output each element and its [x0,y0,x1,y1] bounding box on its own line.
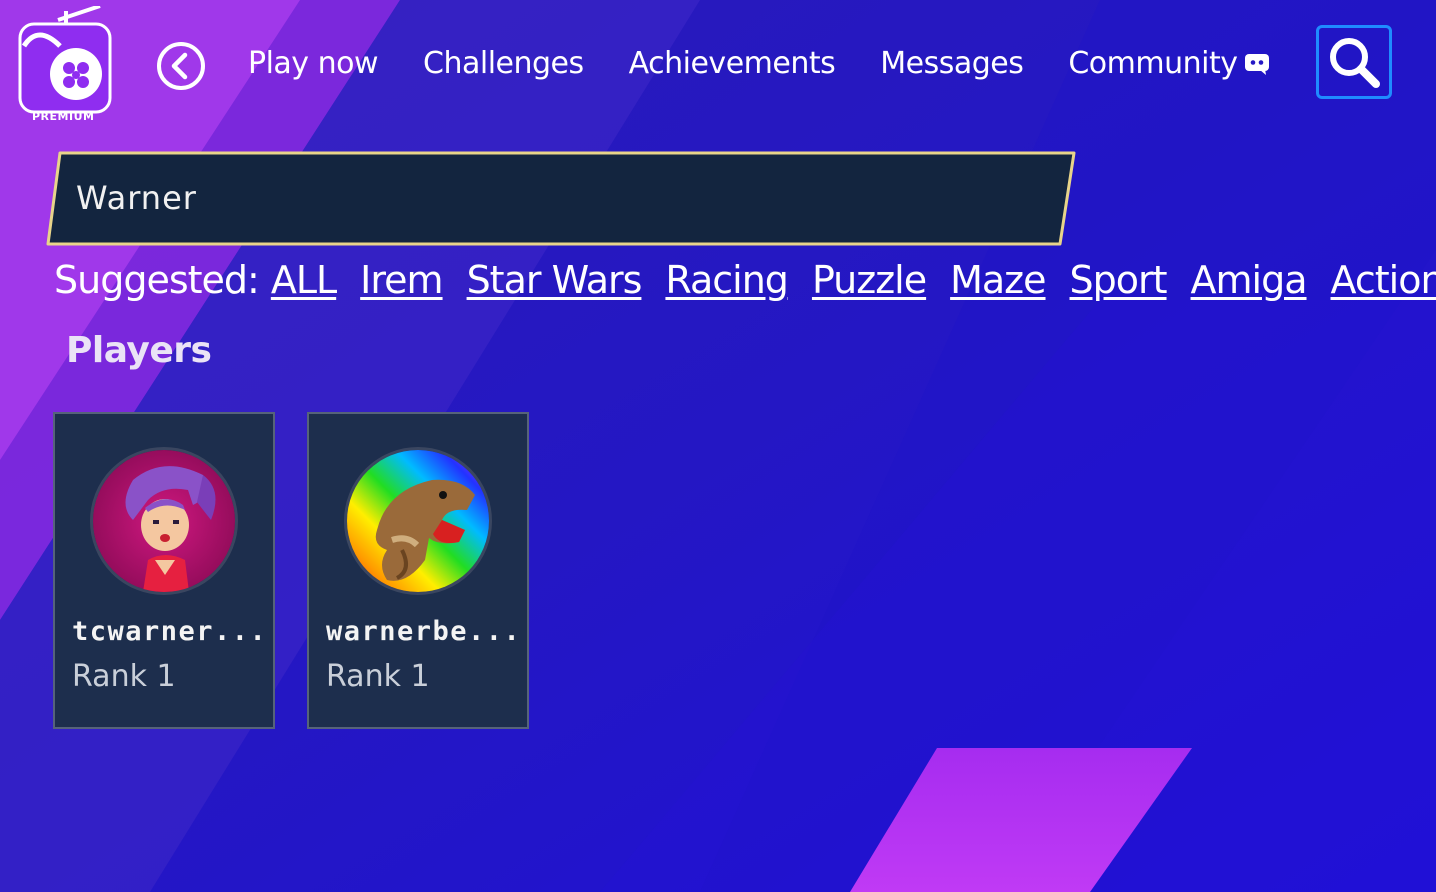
logo-badge: PREMIUM [32,110,95,123]
player-card[interactable]: tcwarner... Rank 1 [53,412,275,729]
players-heading: Players [66,330,212,371]
search-button[interactable] [1316,25,1392,99]
tag-action[interactable]: Action [1331,258,1436,302]
player-name: tcwarner... [72,616,268,647]
suggested-tags: Suggested: ALL Irem Star Wars Racing Puz… [54,258,1436,302]
back-button[interactable] [155,40,207,92]
back-circle-icon [157,42,205,90]
player-card[interactable]: warnerbe... Rank 1 [307,412,529,729]
nav-community[interactable]: Community [1068,46,1269,81]
tag-puzzle[interactable]: Puzzle [812,258,927,302]
tag-star-wars[interactable]: Star Wars [467,258,643,302]
main-nav: Play now Challenges Achievements Message… [248,40,1315,86]
player-rank: Rank 1 [72,659,176,694]
nav-achievements[interactable]: Achievements [629,46,836,81]
suggested-label: Suggested: [54,258,260,302]
avatar [344,447,492,595]
player-rank: Rank 1 [326,659,430,694]
nav-play-now[interactable]: Play now [248,46,379,81]
tag-maze[interactable]: Maze [950,258,1046,302]
discord-icon [1244,54,1269,75]
premium-logo[interactable]: PREMIUM [18,4,114,126]
search-icon [1330,38,1380,88]
avatar [90,447,238,595]
tag-irem[interactable]: Irem [360,258,443,302]
tag-racing[interactable]: Racing [665,258,789,302]
tag-amiga[interactable]: Amiga [1191,258,1308,302]
search-input[interactable] [74,172,978,224]
nav-challenges[interactable]: Challenges [423,46,584,81]
nav-community-label: Community [1068,45,1238,81]
logo-icon [18,4,112,114]
tag-all[interactable]: ALL [271,258,337,302]
nav-messages[interactable]: Messages [880,46,1024,81]
player-name: warnerbe... [326,616,522,647]
tag-sport[interactable]: Sport [1070,258,1168,302]
